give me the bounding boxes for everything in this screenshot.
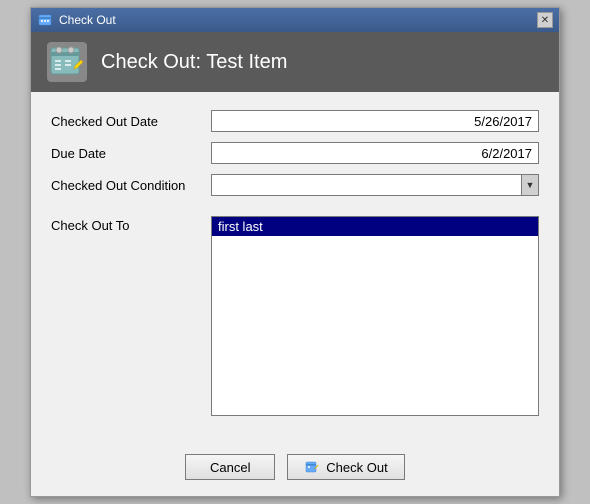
form-body: Checked Out Date Due Date Checked Out Co… bbox=[31, 92, 559, 444]
title-bar-title: Check Out bbox=[59, 13, 116, 27]
footer: Cancel Check Out bbox=[31, 444, 559, 496]
checked-out-date-input[interactable] bbox=[211, 110, 539, 132]
checkout-label: Check Out bbox=[326, 460, 387, 475]
check-out-to-list[interactable]: first last bbox=[211, 216, 539, 416]
title-bar: Check Out ✕ bbox=[31, 8, 559, 32]
due-date-input[interactable] bbox=[211, 142, 539, 164]
cancel-label: Cancel bbox=[210, 460, 250, 475]
close-button[interactable]: ✕ bbox=[537, 12, 553, 28]
condition-select-wrapper: Good Fair Poor ▼ bbox=[211, 174, 539, 196]
window-icon bbox=[37, 12, 53, 28]
header-title: Check Out: Test Item bbox=[101, 51, 287, 74]
checkout-button-icon bbox=[304, 459, 320, 475]
checked-out-date-label: Checked Out Date bbox=[51, 114, 211, 129]
check-out-to-row: Check Out To first last bbox=[51, 216, 539, 416]
header-bar: Check Out: Test Item bbox=[31, 32, 559, 92]
title-bar-left: Check Out bbox=[37, 12, 116, 28]
due-date-label: Due Date bbox=[51, 146, 211, 161]
checked-out-date-row: Checked Out Date bbox=[51, 110, 539, 132]
list-item[interactable]: first last bbox=[212, 217, 538, 236]
check-out-to-label: Check Out To bbox=[51, 218, 211, 233]
cancel-button[interactable]: Cancel bbox=[185, 454, 275, 480]
condition-select[interactable]: Good Fair Poor bbox=[211, 174, 539, 196]
header-icon bbox=[47, 42, 87, 82]
checkout-dialog: Check Out ✕ Check Out: Test Item Che bbox=[30, 7, 560, 497]
checkout-button[interactable]: Check Out bbox=[287, 454, 404, 480]
condition-select-arrow[interactable]: ▼ bbox=[521, 174, 539, 196]
due-date-row: Due Date bbox=[51, 142, 539, 164]
checked-out-condition-row: Checked Out Condition Good Fair Poor ▼ bbox=[51, 174, 539, 196]
checked-out-condition-label: Checked Out Condition bbox=[51, 178, 211, 193]
